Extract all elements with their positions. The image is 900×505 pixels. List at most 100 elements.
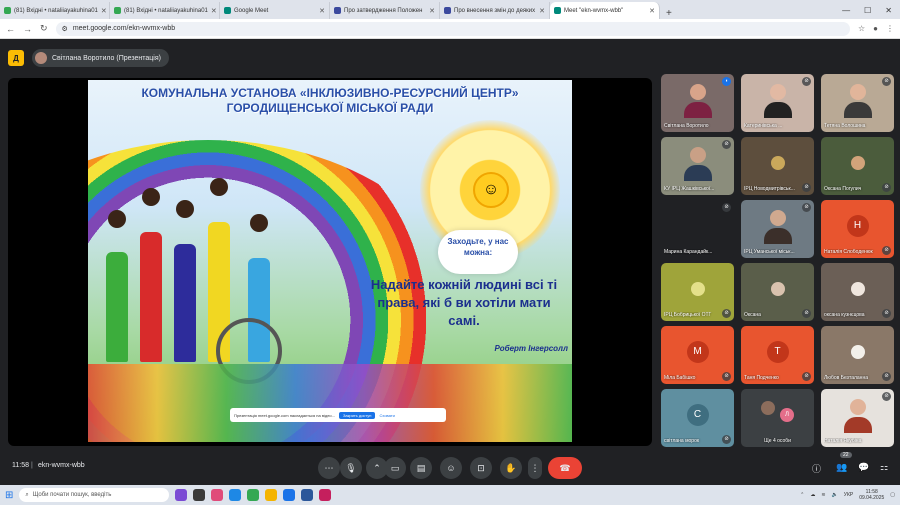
browser-tab[interactable]: (81) Вхідні • nataliiayakuhina01 ✕ bbox=[0, 2, 110, 19]
notifications-icon[interactable]: ▢ bbox=[890, 492, 895, 498]
present-screen-button[interactable]: ⊡ bbox=[470, 457, 492, 479]
child-figure bbox=[174, 244, 196, 362]
minimize-icon[interactable]: — bbox=[842, 6, 850, 15]
participant-name: Марина Карандайк... bbox=[664, 249, 713, 255]
chrome-browser-icon[interactable] bbox=[247, 489, 260, 501]
chat-icon[interactable]: 💬 bbox=[858, 462, 869, 473]
browser-tab[interactable]: Про затвердження Положен ✕ bbox=[330, 2, 440, 19]
taskbar-search-input[interactable]: ⌕ Щоби почати пошук, введіть bbox=[19, 488, 170, 502]
participant-avatar: М bbox=[686, 341, 709, 364]
slide-title-line1: КОМУНАЛЬНА УСТАНОВА «ІНКЛЮЗИВНО-РЕСУРСНИ… bbox=[141, 86, 519, 100]
close-tab-icon[interactable]: ✕ bbox=[539, 7, 545, 15]
participant-tile[interactable]: ⊘ оксана кузнєцова bbox=[821, 263, 894, 321]
participant-video bbox=[843, 398, 872, 433]
tab-favicon-icon bbox=[444, 7, 451, 14]
participant-avatar bbox=[770, 282, 785, 297]
browser-tab[interactable]: Google Meet ✕ bbox=[220, 2, 330, 19]
people-icon[interactable]: 👥 bbox=[836, 462, 847, 473]
address-bar-row: ← → ↻ ⚙ meet.google.com/ekn-wvmx-wbb ☆ ●… bbox=[0, 19, 900, 39]
close-tab-icon[interactable]: ✕ bbox=[101, 7, 107, 15]
participant-name: Катеринівська ... bbox=[744, 123, 783, 129]
forward-icon[interactable]: → bbox=[23, 24, 32, 34]
menu-kebab-icon[interactable]: ⋮ bbox=[886, 24, 894, 33]
meeting-info-icon[interactable]: ⓘ bbox=[812, 462, 821, 475]
taskbar-clock[interactable]: 11:58 09.04.2025 bbox=[859, 489, 884, 501]
reload-icon[interactable]: ↻ bbox=[40, 23, 48, 34]
maximize-icon[interactable]: ☐ bbox=[864, 6, 871, 15]
microphone-button[interactable]: 🎙 bbox=[340, 457, 362, 479]
word-icon[interactable] bbox=[301, 489, 314, 501]
bookmark-star-icon[interactable]: ☆ bbox=[858, 24, 865, 33]
tab-favicon-icon bbox=[114, 7, 121, 14]
site-info-icon[interactable]: ⚙ bbox=[62, 25, 68, 33]
raise-hand-button[interactable]: ✋ bbox=[500, 457, 522, 479]
mic-muted-icon: ⊘ bbox=[882, 183, 891, 192]
participant-avatar: С bbox=[686, 404, 709, 427]
back-icon[interactable]: ← bbox=[6, 24, 15, 34]
participant-tile[interactable]: ⊘ Марина Карандайк... bbox=[661, 200, 734, 258]
close-window-icon[interactable]: ✕ bbox=[885, 6, 892, 15]
close-tab-icon[interactable]: ✕ bbox=[649, 7, 655, 15]
camera-button[interactable]: ▭ bbox=[384, 457, 406, 479]
participant-tile[interactable]: ◖ Світлана Воротило bbox=[661, 74, 734, 132]
participant-tile[interactable]: ⊘ Любов Безталанна bbox=[821, 326, 894, 384]
participant-tile[interactable]: ⊘ Тетяна Волошина bbox=[821, 74, 894, 132]
more-options-button[interactable]: ⋮ bbox=[528, 457, 542, 479]
participant-avatar: Т bbox=[766, 341, 789, 364]
url-input[interactable]: ⚙ meet.google.com/ekn-wvmx-wbb bbox=[55, 21, 850, 36]
network-icon[interactable]: ☁ bbox=[810, 492, 815, 498]
participant-tile[interactable]: Л Ще 4 особи bbox=[741, 389, 814, 447]
hide-share-bar-button[interactable]: Сховати bbox=[379, 413, 394, 418]
participant-tile[interactable]: ⊘ ІРЦ Уманської міськ... bbox=[741, 200, 814, 258]
widget-icon[interactable] bbox=[175, 489, 188, 501]
more-audio-options-button[interactable]: ⋯ bbox=[318, 457, 340, 479]
tab-label: (81) Вхідні • nataliiayakuhina01 bbox=[14, 7, 98, 14]
clock-separator: | bbox=[31, 462, 33, 469]
participant-avatar bbox=[850, 345, 865, 360]
activities-icon[interactable]: ⚏ bbox=[880, 462, 888, 473]
mail-icon[interactable] bbox=[283, 489, 296, 501]
file-explorer-icon[interactable] bbox=[265, 489, 278, 501]
browser-tab[interactable]: Про внесення змін до деяких ✕ bbox=[440, 2, 550, 19]
app-icon[interactable] bbox=[211, 489, 224, 501]
participant-tile[interactable]: ⊘ ІРЦ Новодмитрівськ... bbox=[741, 137, 814, 195]
new-tab-button[interactable]: + bbox=[660, 8, 678, 19]
hangup-icon: ☎ bbox=[559, 462, 571, 473]
emoji-reactions-button[interactable]: ☺ bbox=[440, 457, 462, 479]
participant-tile[interactable]: ⊘ Оксана bbox=[741, 263, 814, 321]
presenter-chip[interactable]: Світлана Воротило (Презентація) bbox=[32, 49, 169, 67]
participant-avatar: Н bbox=[846, 215, 869, 238]
participant-tile[interactable]: Н ⊘ Наталія Слободенюк bbox=[821, 200, 894, 258]
browser-tab[interactable]: Meet "ekn-wvmx-wbb" ✕ bbox=[550, 2, 660, 19]
close-tab-icon[interactable]: ✕ bbox=[319, 7, 325, 15]
profile-avatar-icon[interactable]: ● bbox=[873, 24, 878, 33]
edge-browser-icon[interactable] bbox=[229, 489, 242, 501]
child-figure bbox=[140, 232, 162, 362]
participant-tile[interactable]: М ⊘ Міла Бабішко bbox=[661, 326, 734, 384]
app-icon[interactable] bbox=[319, 489, 332, 501]
volume-icon[interactable]: 🔈 bbox=[832, 492, 838, 498]
participant-tile[interactable]: С ⊘ світлана морок bbox=[661, 389, 734, 447]
participant-tile[interactable]: ⊘ Катеринівська ... bbox=[741, 74, 814, 132]
participant-tile[interactable]: ⊘ ІРЦ Бобрицької ОТГ bbox=[661, 263, 734, 321]
task-view-icon[interactable] bbox=[193, 489, 206, 501]
tray-chevron-icon[interactable]: ⌃ bbox=[800, 492, 804, 498]
close-tab-icon[interactable]: ✕ bbox=[211, 7, 217, 15]
participant-tile[interactable]: ⊘ Наталія Якубіна bbox=[821, 389, 894, 447]
participant-count-badge: 22 bbox=[840, 452, 852, 458]
participant-avatar bbox=[761, 401, 775, 415]
participant-name: ІРЦ Уманської міськ... bbox=[744, 249, 795, 255]
windows-start-icon[interactable]: ⊞ bbox=[5, 490, 13, 501]
language-indicator[interactable]: УКР bbox=[844, 492, 853, 498]
participant-grid: ◖ Світлана Воротило ⊘ Катеринівська ... ⊘ Тет… bbox=[661, 74, 894, 450]
participant-tile[interactable]: ⊘ КУ ІРЦ Жашківської... bbox=[661, 137, 734, 195]
captions-button[interactable]: ▤ bbox=[410, 457, 432, 479]
leave-call-button[interactable]: ☎ bbox=[548, 457, 582, 479]
tab-label: (81) Вхідні • nataliiayakuhina01 bbox=[124, 7, 208, 14]
participant-tile[interactable]: Т ⊘ Таня Подченко bbox=[741, 326, 814, 384]
close-tab-icon[interactable]: ✕ bbox=[429, 7, 435, 15]
stop-sharing-button[interactable]: Закрить доступ bbox=[338, 411, 376, 419]
browser-tab[interactable]: (81) Вхідні • nataliiayakuhina01 ✕ bbox=[110, 2, 220, 19]
wifi-icon[interactable]: ≋ bbox=[821, 492, 825, 498]
participant-tile[interactable]: ⊘ Оксана Погулич bbox=[821, 137, 894, 195]
